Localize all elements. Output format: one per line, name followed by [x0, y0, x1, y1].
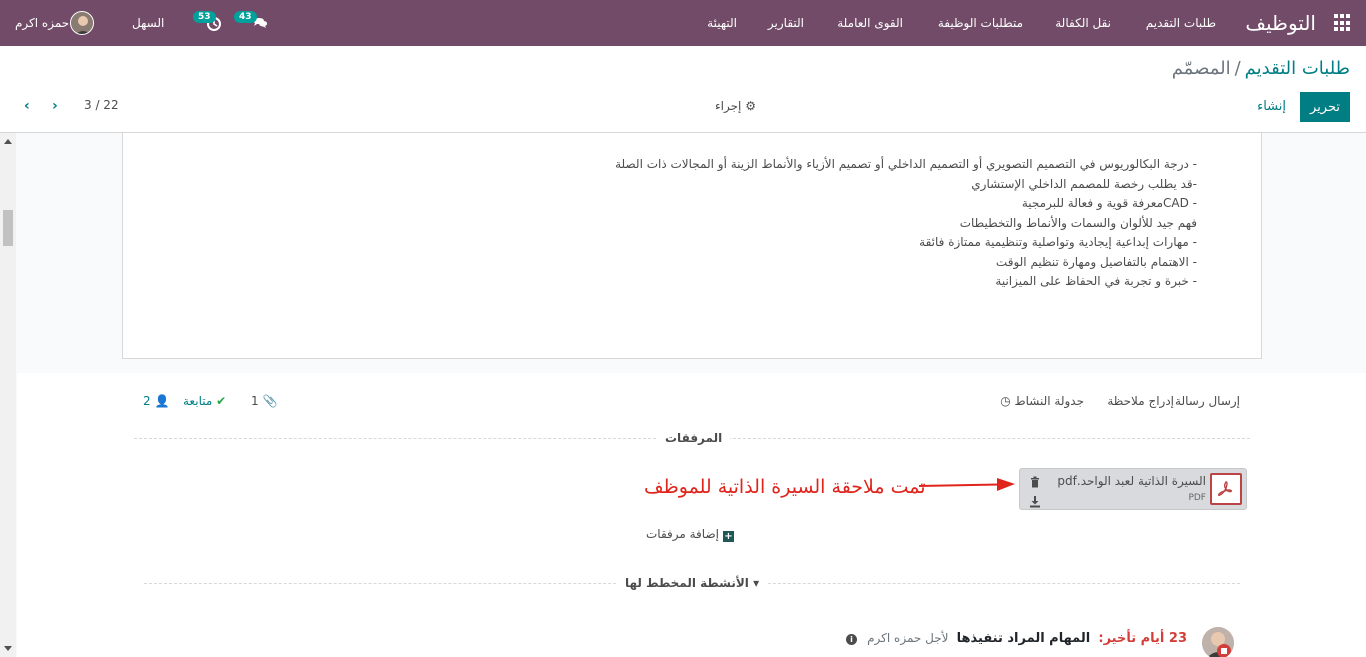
- attachments-count: 1: [251, 394, 259, 408]
- follow-button[interactable]: متابعة ✔: [183, 394, 226, 408]
- send-message-button[interactable]: إرسال رسالة: [1175, 394, 1240, 408]
- schedule-activity-label: جدولة النشاط: [1014, 394, 1085, 408]
- info-icon[interactable]: i: [845, 634, 857, 645]
- chatter: إرسال رسالة إدراج ملاحظة ◷ جدولة النشاط …: [17, 373, 1366, 657]
- schedule-activity-button[interactable]: ◷ جدولة النشاط: [1000, 394, 1084, 408]
- attachments-title: المرفقات: [657, 431, 731, 445]
- menu-applications[interactable]: طلبات التقديم: [1146, 16, 1216, 30]
- action-dropdown[interactable]: إجراء ⚙: [715, 99, 756, 113]
- breadcrumb-current: المصمّم: [1171, 58, 1231, 79]
- form-sheet: - درجة البكالوريوس في التصميم التصويري أ…: [122, 133, 1262, 359]
- scroll-up-icon[interactable]: [4, 139, 12, 144]
- messages-button[interactable]: 43: [232, 11, 272, 39]
- user-name[interactable]: حمزه اكرم: [15, 16, 69, 30]
- scrollbar-thumb[interactable]: [3, 210, 13, 246]
- activity-title: المهام المراد تنفيذها: [956, 631, 1091, 646]
- control-panel: طلبات التقديم/المصمّم تحرير إنشاء إجراء …: [0, 46, 1366, 133]
- activity-item: 23 أيام تأخير: المهام المراد تنفيذها لأج…: [17, 625, 1366, 657]
- activity-late-label: 23 أيام تأخير:: [1098, 631, 1187, 646]
- planned-activities-toggle[interactable]: الأنشطة المخطط لها ▾: [617, 576, 768, 590]
- requirement-item: - مهارات إبداعية إيجادية وتواصلية وتنظيم…: [919, 235, 1197, 249]
- company-switcher[interactable]: السهل: [132, 16, 164, 30]
- pager-value[interactable]: 3 / 22: [84, 98, 119, 112]
- edit-button[interactable]: تحرير: [1300, 92, 1350, 122]
- requirements-list: - درجة البكالوريوس في التصميم التصويري أ…: [615, 155, 1197, 292]
- pager-next-icon[interactable]: ›: [52, 98, 58, 114]
- user-avatar[interactable]: [70, 11, 94, 35]
- menu-workforce[interactable]: القوى العاملة: [837, 16, 903, 30]
- trash-icon[interactable]: [1030, 473, 1040, 488]
- planned-activities-title: الأنشطة المخطط لها: [625, 576, 749, 590]
- requirement-item: - خبرة و تجربة في الحفاظ على الميزانية: [995, 274, 1197, 288]
- caret-down-icon: ▾: [753, 576, 760, 590]
- activity-text: 23 أيام تأخير: المهام المراد تنفيذها لأج…: [845, 631, 1187, 646]
- activity-avatar[interactable]: [1202, 627, 1234, 657]
- message-count-badge: 43: [234, 11, 257, 23]
- activity-assignee: لأجل حمزه اكرم: [867, 631, 949, 645]
- menu-job-requirements[interactable]: متطلبات الوظيفة: [938, 16, 1023, 30]
- add-attachments-button[interactable]: +إضافة مرفقات: [646, 527, 734, 542]
- check-icon: ✔: [216, 394, 227, 408]
- gear-icon: ⚙: [745, 99, 756, 113]
- follow-label: متابعة: [183, 394, 213, 408]
- activity-count-badge: 53: [193, 11, 216, 23]
- add-attachments-label: إضافة مرفقات: [646, 527, 719, 541]
- requirement-item: - الاهتمام بالتفاصيل ومهارة تنظيم الوقت: [995, 254, 1197, 269]
- menu-configuration[interactable]: التهيئة: [707, 16, 737, 30]
- download-icon[interactable]: [1030, 493, 1040, 508]
- plus-icon: +: [722, 531, 734, 542]
- clock-icon: ◷: [1000, 394, 1011, 408]
- followers-count: 2: [143, 394, 151, 408]
- requirement-item: - CADمعرفة قوية و فعالة للبرمجية: [1021, 196, 1197, 210]
- breadcrumb: طلبات التقديم/المصمّم: [1172, 58, 1350, 79]
- breadcrumb-separator: /: [1234, 58, 1241, 79]
- vertical-scrollbar[interactable]: [0, 133, 16, 657]
- attachment-type: PDF: [1188, 493, 1206, 503]
- form-content: - درجة البكالوريوس في التصميم التصويري أ…: [0, 133, 1366, 657]
- top-navbar: التوظيف طلبات التقديم نقل الكفالة متطلبا…: [0, 0, 1366, 46]
- annotation-text: تمت ملاحقة السيرة الذاتية للموظف: [644, 476, 926, 498]
- menu-reports[interactable]: التقارير: [768, 16, 804, 30]
- avatar-image: [71, 12, 93, 34]
- requirement-item: -قد يطلب رخصة للمصمم الداخلي الإستشاري: [971, 176, 1197, 191]
- pager-previous-icon[interactable]: ‹: [24, 98, 30, 114]
- attachment-name[interactable]: السيرة الذاتية لعبد الواحد.pdf: [1057, 474, 1206, 488]
- annotation-arrow-icon: [918, 478, 1015, 491]
- scroll-down-icon[interactable]: [4, 646, 12, 651]
- paperclip-icon: 📎: [262, 394, 278, 408]
- user-icon: 👤: [154, 394, 170, 408]
- attachments-count-button[interactable]: 1 📎: [251, 394, 277, 408]
- attachment-card[interactable]: السيرة الذاتية لعبد الواحد.pdf PDF: [1019, 468, 1247, 510]
- followers-button[interactable]: 2 👤: [143, 394, 169, 408]
- breadcrumb-parent[interactable]: طلبات التقديم: [1245, 58, 1350, 79]
- action-label: إجراء: [715, 99, 742, 113]
- requirement-item: - درجة البكالوريوس في التصميم التصويري أ…: [615, 157, 1197, 171]
- app-title[interactable]: التوظيف: [1245, 11, 1316, 35]
- pdf-file-icon: [1210, 473, 1242, 505]
- apps-menu-icon[interactable]: [1334, 14, 1352, 32]
- activities-button[interactable]: 53: [193, 11, 229, 39]
- requirement-item: فهم جيد للألوان والسمات والأنماط والتخطي…: [959, 215, 1197, 230]
- menu-sponsorship-transfer[interactable]: نقل الكفالة: [1055, 16, 1111, 30]
- create-button[interactable]: إنشاء: [1253, 92, 1290, 122]
- log-note-button[interactable]: إدراج ملاحظة: [1107, 394, 1174, 408]
- avatar-image: [1202, 627, 1234, 657]
